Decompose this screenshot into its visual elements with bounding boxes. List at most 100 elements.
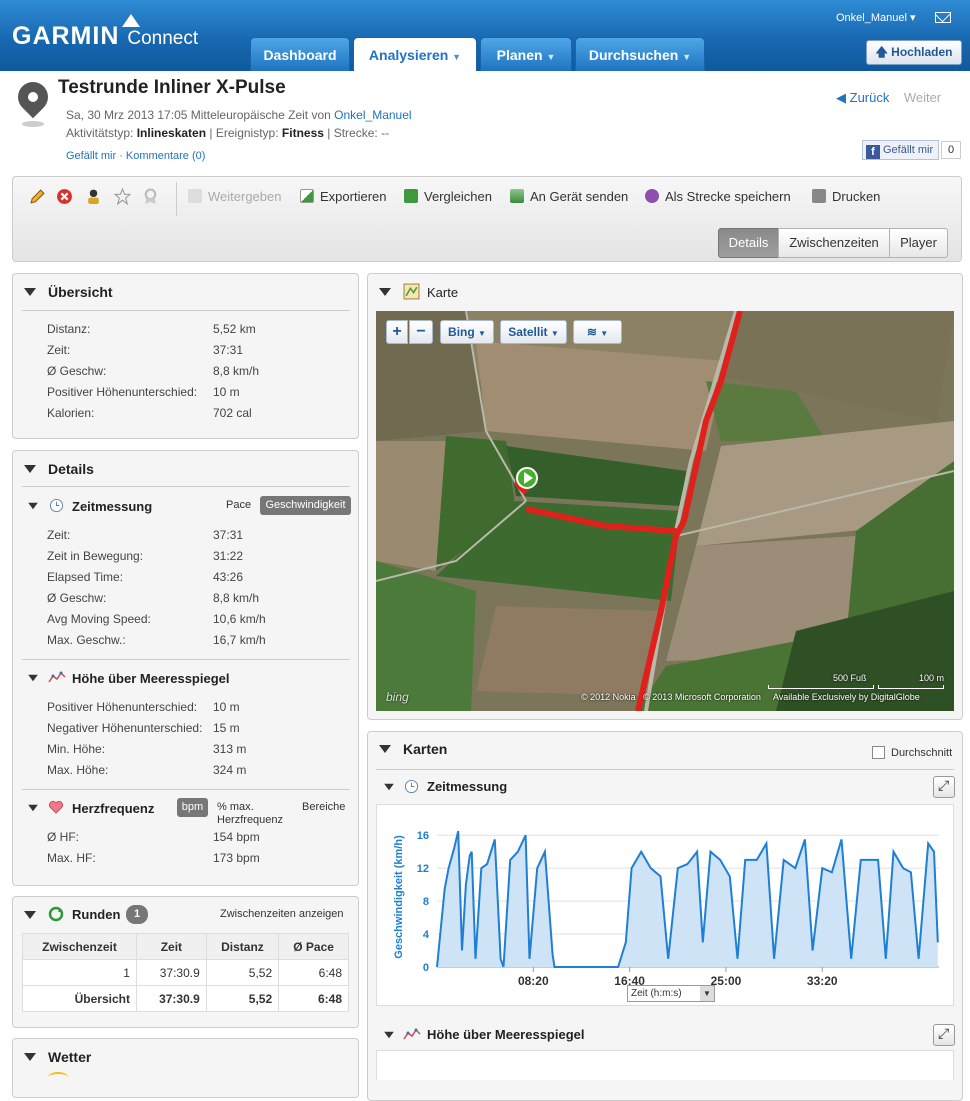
export-button[interactable]: Exportieren bbox=[300, 189, 386, 204]
compare-button[interactable]: Vergleichen bbox=[404, 189, 492, 204]
chevron-down-icon: ▼ bbox=[478, 329, 486, 338]
hr-subtitle: Herzfrequenz bbox=[72, 801, 155, 816]
timing-chart-title: Zeitmessung bbox=[427, 779, 508, 794]
x-axis-select[interactable]: Zeit (h:m:s) ▼ bbox=[627, 985, 715, 1002]
garmin-logo[interactable]: GARMIN Connect bbox=[12, 14, 198, 51]
map-provider-select[interactable]: Bing ▼ bbox=[440, 320, 494, 344]
collapse-triangle-icon[interactable] bbox=[379, 745, 391, 753]
tab-durchsuchen[interactable]: Durchsuchen ▼ bbox=[575, 37, 705, 71]
delete-icon[interactable] bbox=[56, 188, 73, 205]
chevron-down-icon: ▼ bbox=[682, 52, 692, 62]
tab-dashboard[interactable]: Dashboard bbox=[250, 37, 350, 71]
mail-icon[interactable] bbox=[935, 12, 951, 23]
like-link[interactable]: Gefällt mir bbox=[66, 150, 116, 162]
view-splits-button[interactable]: Zwischenzeiten bbox=[778, 228, 890, 258]
show-splits-link[interactable]: Zwischenzeiten anzeigen bbox=[220, 908, 344, 920]
user-menu[interactable]: Onkel_Manuel ▾ bbox=[836, 11, 916, 24]
upload-button[interactable]: 🡅 Hochladen bbox=[866, 40, 962, 65]
stat-value: 154 bpm bbox=[213, 830, 260, 844]
pencil-icon[interactable] bbox=[29, 188, 46, 205]
zones-toggle[interactable]: Bereiche bbox=[302, 801, 345, 813]
stat-value: 43:26 bbox=[213, 570, 244, 584]
pace-toggle[interactable]: Pace bbox=[226, 499, 251, 511]
stat-value: 10 m bbox=[213, 700, 240, 714]
activity-date: Sa, 30 Mrz 2013 17:05 Mitteleuropäische … bbox=[66, 108, 331, 122]
stat-value: 10,6 km/h bbox=[213, 612, 266, 626]
speed-area bbox=[437, 831, 938, 967]
collapse-triangle-icon[interactable] bbox=[384, 1031, 394, 1039]
map-provider-label: Bing bbox=[448, 325, 475, 339]
collapse-triangle-icon[interactable] bbox=[28, 804, 38, 812]
view-label: Player bbox=[900, 235, 937, 250]
expand-icon[interactable] bbox=[933, 776, 955, 798]
zoom-out-button[interactable]: − bbox=[409, 320, 433, 344]
map-imagery[interactable] bbox=[376, 311, 954, 711]
back-label: Zurück bbox=[849, 90, 890, 105]
stat-value: 37:31 bbox=[213, 528, 244, 542]
map-copyright: © 2012 Nokia © 2013 Microsoft Corporatio… bbox=[581, 692, 920, 702]
privacy-icon[interactable] bbox=[85, 188, 102, 205]
collapse-triangle-icon[interactable] bbox=[24, 288, 36, 296]
map-layers-select[interactable]: ≋ ▼ bbox=[573, 320, 622, 344]
collapse-triangle-icon[interactable] bbox=[24, 1053, 36, 1061]
average-checkbox[interactable] bbox=[872, 746, 885, 759]
printer-icon bbox=[812, 189, 826, 203]
stat-value: 16,7 km/h bbox=[213, 633, 266, 647]
collapse-triangle-icon[interactable] bbox=[24, 465, 36, 473]
collapse-triangle-icon[interactable] bbox=[28, 674, 38, 682]
logo-text: GARMIN bbox=[12, 22, 120, 50]
divider bbox=[22, 486, 350, 487]
comments-link[interactable]: Kommentare (0) bbox=[126, 150, 205, 162]
share-button[interactable]: Weitergeben bbox=[188, 189, 281, 204]
next-label: Weiter bbox=[903, 90, 942, 105]
stat-label: Positiver Höhenunterschied: bbox=[47, 700, 198, 714]
map-type-select[interactable]: Satellit ▼ bbox=[500, 320, 567, 344]
tab-label: Analysieren bbox=[368, 47, 449, 63]
satellite-map[interactable]: 500 Fuß 100 m © 2012 Nokia © 2013 Micros… bbox=[376, 311, 954, 711]
back-link[interactable]: ◀ Zurück bbox=[836, 90, 889, 105]
chevron-down-icon: ▼ bbox=[550, 329, 559, 338]
table-row[interactable]: 1 37:30.9 5,52 6:48 bbox=[22, 959, 349, 986]
user-link[interactable]: Onkel_Manuel bbox=[334, 108, 411, 122]
type-value: Inlineskaten bbox=[136, 126, 207, 140]
tab-label: Durchsuchen bbox=[588, 47, 679, 63]
column-header[interactable]: Ø Pace bbox=[278, 933, 349, 960]
save-course-button[interactable]: Als Strecke speichern bbox=[645, 189, 791, 204]
y-ticks: 0 4 8 12 16 bbox=[417, 830, 430, 974]
speed-chart-svg: 0481216 08:20 16:40 25:00 33:20 Geschwindig… bbox=[393, 830, 939, 988]
facebook-like-button[interactable]: f Gefällt mir bbox=[862, 140, 940, 160]
star-icon[interactable] bbox=[114, 188, 131, 205]
expand-icon[interactable] bbox=[933, 1024, 955, 1046]
facebook-icon: f bbox=[866, 145, 880, 159]
column-header[interactable]: Distanz bbox=[205, 933, 280, 960]
x-tick-label: 33:20 bbox=[807, 974, 838, 988]
view-player-button[interactable]: Player bbox=[889, 228, 948, 258]
view-details-button[interactable]: Details bbox=[718, 228, 779, 258]
view-label: Details bbox=[728, 235, 769, 250]
print-button[interactable]: Drucken bbox=[812, 189, 880, 204]
collapse-triangle-icon[interactable] bbox=[384, 783, 394, 791]
column-header[interactable]: Zeit bbox=[135, 933, 207, 960]
tab-analysieren[interactable]: Analysieren ▼ bbox=[353, 37, 477, 71]
tab-planen[interactable]: Planen ▼ bbox=[480, 37, 572, 71]
map-icon bbox=[403, 283, 420, 300]
bpm-toggle[interactable]: bpm bbox=[177, 798, 208, 817]
stat-value: 37:31 bbox=[213, 343, 244, 357]
collapse-triangle-icon[interactable] bbox=[24, 911, 36, 919]
speed-toggle[interactable]: Geschwindigkeit bbox=[260, 496, 351, 515]
stat-label: Zeit: bbox=[47, 343, 71, 357]
fb-label: Gefällt mir bbox=[883, 144, 934, 156]
next-link[interactable]: Weiter bbox=[904, 90, 941, 105]
send-to-device-button[interactable]: An Gerät senden bbox=[510, 189, 628, 204]
column-header[interactable]: Zwischenzeit bbox=[22, 933, 137, 960]
pct-max-hr-toggle[interactable]: % max. Herzfrequenz bbox=[217, 801, 289, 827]
chevron-down-icon: ▼ bbox=[600, 329, 609, 338]
activity-nav: ◀ Zurück Weiter bbox=[836, 90, 941, 106]
activity-title[interactable]: Testrunde Inliner X-Pulse bbox=[58, 77, 286, 99]
collapse-triangle-icon[interactable] bbox=[28, 502, 38, 510]
plus-icon: + bbox=[392, 323, 402, 340]
clock-icon bbox=[404, 779, 419, 794]
zoom-in-button[interactable]: + bbox=[386, 320, 408, 344]
collapse-triangle-icon[interactable] bbox=[379, 288, 391, 296]
separator-dot: · bbox=[119, 150, 123, 162]
